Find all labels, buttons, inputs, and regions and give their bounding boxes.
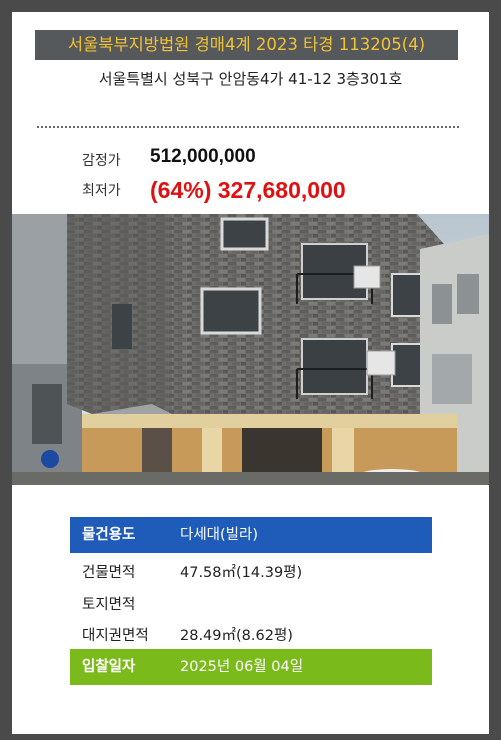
usage-row: 물건용도 다세대(빌라) bbox=[70, 517, 432, 553]
usage-label: 물건용도 bbox=[82, 527, 136, 543]
bid-date-label: 입찰일자 bbox=[82, 659, 136, 675]
building-area-value: 47.58㎡(14.39평) bbox=[180, 565, 303, 581]
minimum-price-value: (64%) 327,680,000 bbox=[150, 177, 346, 203]
usage-value: 다세대(빌라) bbox=[180, 527, 259, 543]
building-area-label: 건물면적 bbox=[82, 565, 136, 581]
property-address: 서울특별시 성북구 안암동4가 41-12 3층301호 bbox=[98, 70, 403, 88]
minimum-price-label: 최저가 bbox=[82, 183, 121, 199]
bid-date-row: 입찰일자 2025년 06월 04일 bbox=[70, 649, 432, 685]
building-area-row: 건물면적 47.58㎡(14.39평) bbox=[70, 555, 432, 591]
court-case-banner: 서울북부지방법원 경매4계 2023 타경 113205(4) bbox=[35, 30, 458, 60]
appraisal-price-label: 감정가 bbox=[82, 153, 121, 169]
appraisal-price-value: 512,000,000 bbox=[150, 146, 256, 167]
bid-date-value: 2025년 06월 04일 bbox=[180, 659, 304, 675]
building-photo bbox=[12, 214, 489, 485]
dotted-divider bbox=[37, 126, 459, 128]
